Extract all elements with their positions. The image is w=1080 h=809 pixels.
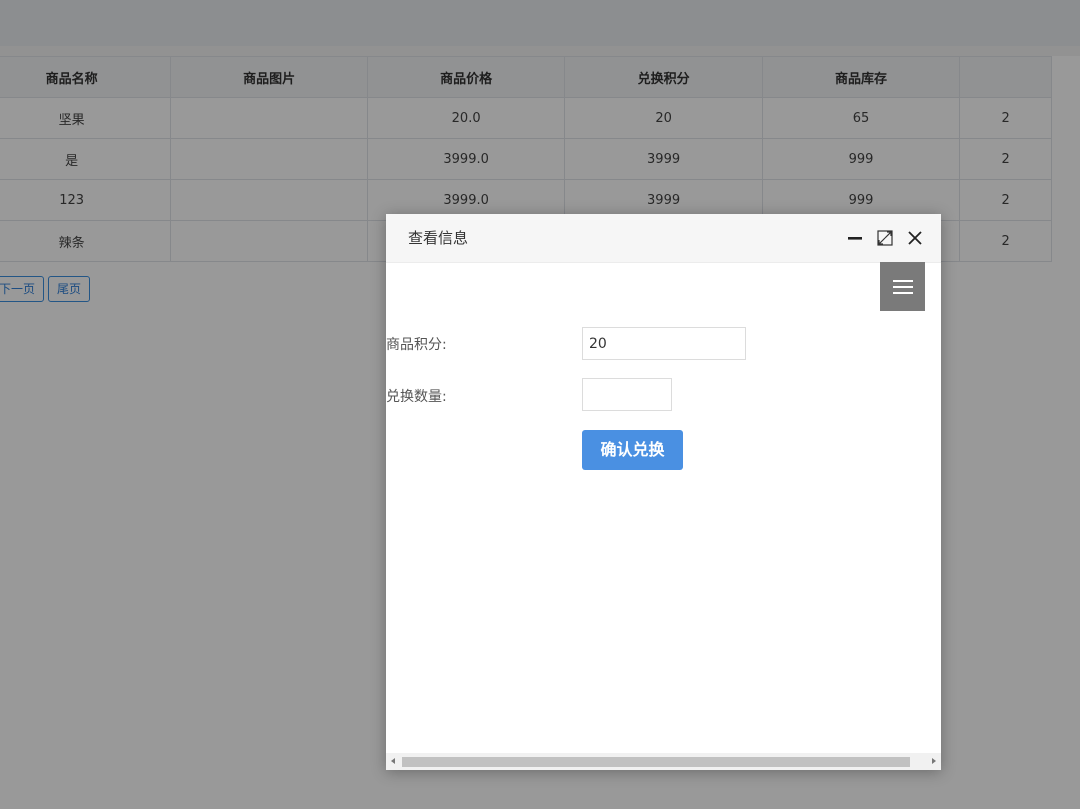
maximize-icon[interactable] — [875, 228, 895, 248]
view-info-dialog: 查看信息 商品积分: 20 兑换数量: 确认兑换 — [386, 214, 941, 770]
minimize-icon[interactable] — [845, 228, 865, 248]
points-label: 商品积分: — [386, 337, 447, 353]
close-icon[interactable] — [905, 228, 925, 248]
dialog-controls — [845, 214, 925, 262]
menu-icon[interactable] — [880, 262, 925, 311]
dialog-title: 查看信息 — [408, 229, 469, 247]
horizontal-scrollbar[interactable] — [386, 753, 941, 770]
confirm-exchange-button[interactable]: 确认兑换 — [582, 430, 683, 470]
scroll-left-arrow-icon[interactable] — [391, 758, 395, 764]
scrollbar-thumb[interactable] — [402, 757, 910, 767]
quantity-input[interactable] — [582, 378, 672, 411]
dialog-header: 查看信息 — [386, 214, 941, 263]
quantity-label: 兑换数量: — [386, 389, 447, 405]
points-input[interactable]: 20 — [582, 327, 746, 360]
scroll-right-arrow-icon[interactable] — [932, 758, 936, 764]
